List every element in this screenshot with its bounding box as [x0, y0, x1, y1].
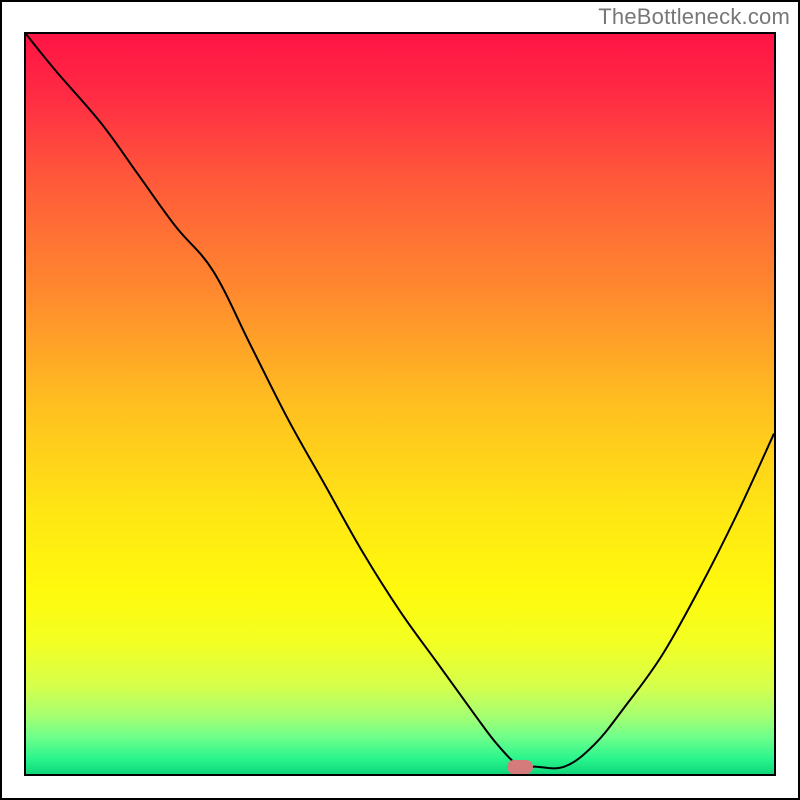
data-marker	[507, 760, 533, 774]
chart-frame: TheBottleneck.com	[0, 0, 800, 800]
plot-area	[24, 32, 776, 776]
watermark-text: TheBottleneck.com	[598, 4, 790, 30]
curve-layer	[26, 34, 774, 774]
series-curve	[26, 34, 774, 768]
